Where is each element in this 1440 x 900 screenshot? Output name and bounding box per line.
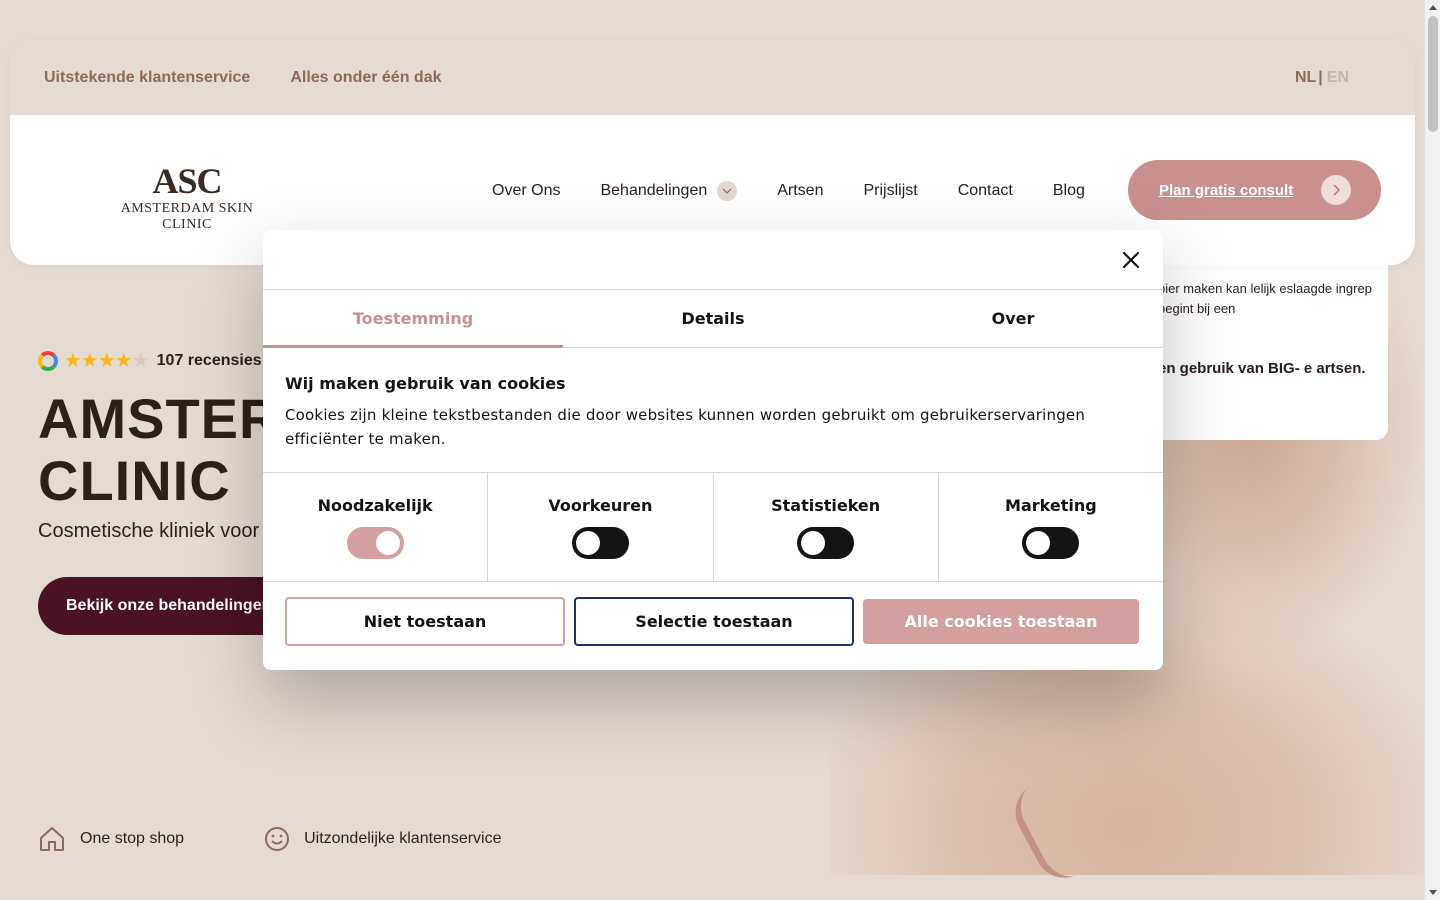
cookie-heading: Wij maken gebruik van cookies	[285, 374, 566, 393]
toggle-noodzakelijk[interactable]	[346, 527, 404, 559]
toggle-marketing[interactable]	[1022, 527, 1080, 559]
toggle-group-noodzakelijk: Noodzakelijk	[263, 473, 489, 581]
toggle-group-marketing: Marketing	[939, 473, 1163, 581]
scroll-down-arrow-icon[interactable]	[1429, 890, 1437, 895]
cookie-description: Wij maken gebruik van cookies Cookies zi…	[263, 348, 1163, 473]
cookie-consent-dialog: Toestemming Details Over Wij maken gebru…	[263, 230, 1163, 670]
toggle-label-statistieken: Statistieken	[771, 496, 881, 515]
allow-selection-button[interactable]: Selectie toestaan	[574, 597, 854, 646]
toggle-statistieken[interactable]	[797, 527, 855, 559]
scrollbar-thumb[interactable]	[1428, 16, 1438, 132]
toggle-knob	[801, 531, 826, 555]
tab-details[interactable]: Details	[563, 290, 863, 347]
toggle-voorkeuren[interactable]	[571, 527, 629, 559]
close-icon[interactable]	[1119, 248, 1143, 272]
page-scrollbar[interactable]	[1424, 0, 1440, 900]
cookie-buttons: Niet toestaan Selectie toestaan Alle coo…	[263, 582, 1163, 646]
cookie-text: Cookies zijn kleine tekstbestanden die d…	[285, 406, 1086, 448]
deny-cookies-button[interactable]: Niet toestaan	[285, 597, 565, 646]
toggle-label-marketing: Marketing	[1005, 496, 1097, 515]
tab-over[interactable]: Over	[863, 290, 1163, 347]
toggle-knob	[375, 531, 400, 555]
tab-toestemming[interactable]: Toestemming	[263, 290, 563, 348]
toggle-group-voorkeuren: Voorkeuren	[488, 473, 714, 581]
cookie-toggles: Noodzakelijk Voorkeuren Statistieken Mar…	[263, 473, 1163, 582]
scroll-up-arrow-icon[interactable]	[1429, 5, 1437, 10]
allow-all-cookies-button[interactable]: Alle cookies toestaan	[863, 599, 1139, 644]
toggle-label-noodzakelijk: Noodzakelijk	[317, 496, 433, 515]
toggle-label-voorkeuren: Voorkeuren	[548, 496, 653, 515]
cookie-tabs: Toestemming Details Over	[263, 290, 1163, 348]
toggle-knob	[575, 531, 600, 555]
toggle-group-statistieken: Statistieken	[714, 473, 939, 581]
dialog-header	[263, 230, 1163, 290]
toggle-knob	[1026, 531, 1051, 555]
